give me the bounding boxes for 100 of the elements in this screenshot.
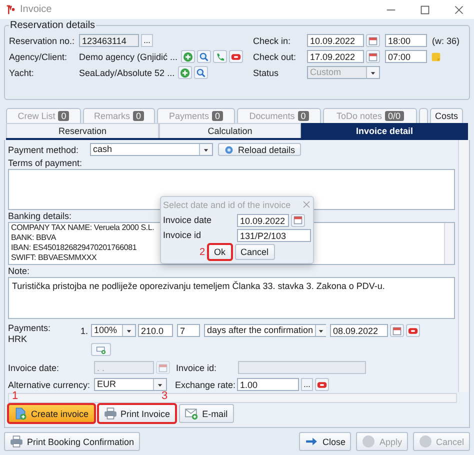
date-field[interactable]: 10.09.2022 [237, 214, 289, 226]
field-label: Payments: [8, 323, 51, 334]
mail-icon [185, 407, 198, 420]
count-badge: 0 [212, 111, 224, 121]
cancel-button[interactable]: Cancel [234, 244, 275, 260]
delete-button[interactable] [406, 324, 420, 337]
arrow-icon [305, 435, 318, 448]
currency-dropdown[interactable]: EUR [94, 378, 167, 391]
browse-button[interactable]: ... [141, 34, 153, 47]
document-add-icon [14, 407, 27, 420]
card-button[interactable] [228, 50, 243, 63]
calendar-icon [293, 215, 303, 225]
text-line: IBAN: ES4501826829470201766081 [11, 243, 137, 253]
reload-button[interactable]: Reload details [218, 143, 302, 156]
tab[interactable]: Costs [430, 108, 463, 123]
close-icon [302, 200, 311, 209]
field-label: Invoice date: [8, 362, 60, 372]
app-logo-icon [5, 4, 16, 15]
days-field[interactable]: 7 [177, 324, 200, 337]
search-button[interactable] [196, 50, 211, 63]
count-badge: 0 [298, 111, 309, 121]
date-field[interactable]: 08.09.2022 [330, 324, 388, 337]
calendar-button[interactable] [390, 324, 404, 337]
pill-icon [317, 380, 327, 390]
section-title: Reservation details [9, 20, 96, 31]
search-icon [196, 68, 206, 78]
email-button[interactable]: E-mail [179, 404, 234, 423]
close-icon [454, 4, 464, 14]
printer-icon [104, 407, 117, 420]
date-field[interactable]: 10.09.2022 [307, 34, 364, 47]
calendar-icon [392, 326, 402, 336]
phone-icon [214, 52, 225, 62]
field-label: Alternative currency: [8, 380, 92, 390]
calendar-icon [368, 52, 378, 62]
count-badge: 0 [133, 111, 144, 121]
step-number: 1 [12, 390, 18, 402]
text-line: COMPANY TAX NAME: Veruela 2000 S.L. [11, 223, 154, 233]
week-number: (w: 36) [432, 36, 460, 46]
maximize-icon [420, 4, 430, 14]
agency-client-value: Demo agency (Gnjidić ... [79, 52, 178, 62]
browse-button[interactable]: ... [301, 378, 313, 391]
close-button[interactable] [302, 200, 311, 209]
field-label: Agency/Client: [9, 52, 68, 62]
tab[interactable]: Calculation [159, 123, 301, 138]
field-label: Banking details: [8, 211, 72, 222]
vertical-scrollbar[interactable] [444, 223, 454, 264]
text-line: BANK: BBVA [11, 233, 56, 243]
calendar-icon [158, 362, 168, 372]
field-label: Invoice id [163, 230, 202, 240]
note-field[interactable]: Turistička pristojba ne podliježe oporezivanju temeljem Članka 33. stavka 3. Zakona o PDV-u. [8, 277, 455, 319]
step-number: 3 [162, 390, 168, 402]
circle-icon [362, 435, 376, 448]
add-button[interactable] [178, 66, 192, 79]
add-payment-button[interactable] [91, 343, 111, 356]
add-row-icon [96, 344, 106, 354]
vertical-scrollbar[interactable] [458, 140, 469, 392]
count-badge: 0/0 [385, 111, 404, 121]
ok-button[interactable]: Ok [208, 244, 232, 260]
count-badge: 0 [58, 111, 70, 121]
tab[interactable]: Invoice detail [301, 123, 468, 138]
calendar-button[interactable] [366, 34, 380, 47]
tab[interactable] [419, 108, 428, 123]
phone-button[interactable] [212, 50, 227, 63]
invoice-id-field[interactable]: 131/P2/103 [237, 228, 311, 242]
plus-icon [180, 68, 190, 78]
calendar-icon [368, 36, 378, 46]
field-label: Note: [8, 266, 30, 277]
search-icon [198, 52, 209, 62]
percent-dropdown[interactable]: 100% [91, 324, 136, 337]
field-label: Check in: [253, 36, 292, 46]
tab[interactable]: Reservation [6, 123, 159, 138]
pill-icon [408, 326, 418, 336]
field-label: Check out: [253, 52, 298, 62]
window-title: Invoice [20, 4, 52, 15]
search-button[interactable] [194, 66, 208, 79]
due-rule-dropdown[interactable]: days after the confirmation [204, 324, 326, 337]
field-label: Terms of payment: [8, 158, 82, 169]
field-label: Exchange rate: [175, 380, 235, 390]
refresh-icon [224, 144, 234, 154]
add-button[interactable] [180, 50, 195, 63]
time-field[interactable]: 07:00 [385, 50, 427, 63]
pill-icon [230, 52, 241, 62]
print-confirmation-button[interactable]: Print Booking Confirmation [4, 432, 140, 451]
dialog-title: Select date and id of the invoice [163, 200, 291, 210]
calendar-button[interactable] [366, 50, 380, 63]
horizontal-scrollbar[interactable] [8, 393, 457, 403]
date-field[interactable]: 17.09.2022 [307, 50, 364, 63]
reservation-number-field[interactable]: 123463114 [79, 34, 139, 47]
amount-field[interactable]: 210.0 [138, 324, 173, 337]
time-field[interactable]: 18:00 [385, 34, 427, 47]
exchange-rate-field[interactable]: 1.00 [237, 378, 299, 391]
print-invoice-button[interactable]: Print Invoice [98, 404, 176, 423]
payment-method-dropdown[interactable]: cash [90, 143, 213, 156]
calendar-button[interactable] [291, 214, 305, 226]
field-label: Status [253, 68, 280, 78]
row-number: 1. [79, 326, 88, 336]
create-invoice-button[interactable]: Create invoice [8, 404, 95, 423]
calendar-button[interactable] [156, 361, 170, 374]
close-button[interactable]: Close [299, 432, 352, 451]
delete-button[interactable] [315, 378, 329, 391]
